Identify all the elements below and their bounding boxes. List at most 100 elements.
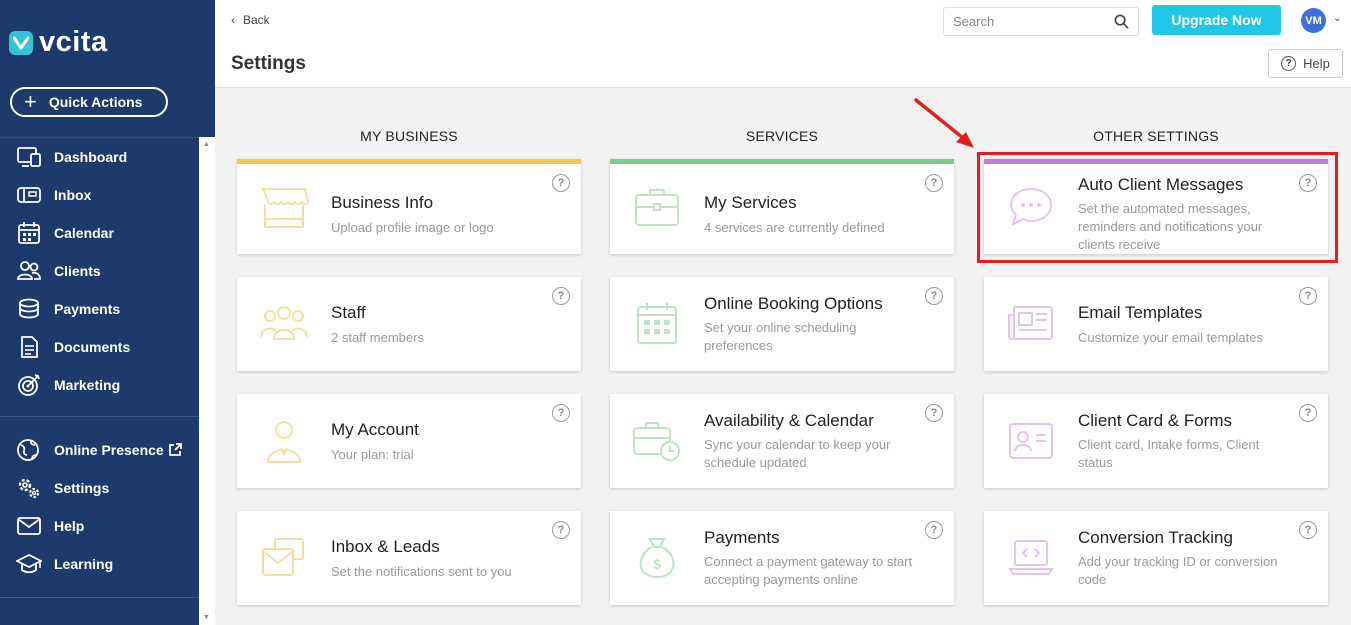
account-icon — [266, 421, 302, 463]
back-label: Back — [243, 13, 270, 27]
search-input[interactable] — [953, 14, 1103, 29]
sidebar-item-dashboard[interactable]: Dashboard — [16, 144, 127, 170]
sidebar-item-clients[interactable]: Clients — [16, 258, 101, 284]
upgrade-now-button[interactable]: Upgrade Now — [1152, 5, 1281, 35]
sidebar-item-label: Online Presence — [54, 442, 164, 458]
avatar[interactable]: VM — [1301, 8, 1326, 33]
card-staff[interactable]: Staff 2 staff members ? — [237, 277, 581, 371]
globe-icon — [17, 439, 39, 461]
title-bar: Settings ? Help — [215, 41, 1351, 88]
sidebar-item-label: Calendar — [54, 225, 114, 241]
plus-icon: + — [24, 89, 37, 114]
divider — [0, 416, 199, 417]
card-availability-calendar[interactable]: Availability & Calendar Sync your calend… — [610, 394, 954, 488]
card-payments[interactable]: $ Payments Connect a payment gateway to … — [610, 511, 954, 605]
column-header-my-business: MY BUSINESS — [360, 128, 458, 144]
card-conversion-tracking[interactable]: Conversion Tracking Add your tracking ID… — [984, 511, 1328, 605]
card-title: My Services — [704, 193, 797, 212]
card-description: Connect a payment gateway to start accep… — [704, 554, 913, 587]
settings-icon — [18, 478, 40, 499]
card-title: My Account — [331, 420, 419, 439]
sidebar-item-payments[interactable]: Payments — [16, 296, 120, 322]
card-title: Conversion Tracking — [1078, 528, 1233, 547]
sidebar-item-learning[interactable]: Learning — [16, 551, 113, 577]
help-button[interactable]: ? Help — [1268, 49, 1343, 78]
inbox-leads-icon — [262, 538, 304, 576]
sidebar-item-label: Documents — [54, 339, 131, 355]
card-title: Client Card & Forms — [1078, 411, 1232, 430]
learning-icon — [16, 553, 42, 574]
money-bag-icon: $ — [639, 538, 675, 579]
question-icon[interactable]: ? — [552, 287, 570, 305]
scroll-up-arrow-icon[interactable]: ▲ — [203, 141, 210, 148]
card-title: Inbox & Leads — [331, 537, 440, 556]
chevron-left-icon: ‹ — [231, 13, 235, 27]
search-box[interactable] — [943, 7, 1139, 36]
clients-icon — [17, 261, 41, 280]
question-icon[interactable]: ? — [925, 174, 943, 192]
sidebar-scrollbar[interactable]: ▲ ▼ — [199, 137, 215, 625]
sidebar-item-online-presence[interactable]: Online Presence — [16, 437, 183, 463]
laptop-code-icon — [1008, 540, 1054, 575]
search-icon[interactable] — [1114, 14, 1129, 29]
card-online-booking-options[interactable]: Online Booking Options Set your online s… — [610, 277, 954, 371]
card-description: Set your online scheduling preferences — [704, 320, 857, 353]
question-icon[interactable]: ? — [1299, 287, 1317, 305]
availability-icon — [633, 422, 680, 461]
card-description: Customize your email templates — [1078, 330, 1263, 345]
calendar-icon — [18, 222, 40, 244]
card-inbox-leads[interactable]: Inbox & Leads Set the notifications sent… — [237, 511, 581, 605]
vcita-logo-icon — [9, 30, 33, 55]
sidebar-item-label: Settings — [54, 480, 110, 496]
card-title: Email Templates — [1078, 303, 1203, 322]
payments-icon — [19, 298, 39, 319]
question-icon[interactable]: ? — [925, 287, 943, 305]
newspaper-icon — [1008, 306, 1053, 341]
card-description: Your plan: trial — [331, 447, 414, 462]
scroll-down-arrow-icon[interactable]: ▼ — [203, 614, 210, 621]
help-label: Help — [1303, 56, 1330, 71]
help-icon — [17, 517, 41, 535]
sidebar-item-calendar[interactable]: Calendar — [16, 220, 114, 246]
vcita-logo[interactable]: vcita — [9, 26, 108, 59]
chevron-down-icon[interactable]: ⌄ — [1333, 13, 1341, 24]
card-business-info[interactable]: Business Info Upload profile image or lo… — [237, 159, 581, 254]
svg-text:$: $ — [653, 556, 661, 572]
card-email-templates[interactable]: Email Templates Customize your email tem… — [984, 277, 1328, 371]
sidebar-item-label: Learning — [54, 556, 114, 572]
sidebar-item-settings[interactable]: Settings — [16, 475, 109, 501]
sidebar-item-label: Inbox — [54, 187, 92, 203]
inbox-icon — [17, 187, 41, 203]
quick-actions-button[interactable]: + Quick Actions — [10, 87, 168, 117]
external-link-icon — [168, 443, 182, 456]
card-description: 4 services are currently defined — [704, 220, 885, 235]
question-icon[interactable]: ? — [552, 174, 570, 192]
sidebar-item-label: Clients — [54, 263, 101, 279]
documents-icon — [21, 336, 38, 358]
sidebar-item-help[interactable]: Help — [16, 513, 84, 539]
page-title: Settings — [231, 53, 306, 74]
card-description: 2 staff members — [331, 330, 424, 345]
card-my-services[interactable]: My Services 4 services are currently def… — [610, 159, 954, 254]
logo-text: vcita — [39, 26, 108, 58]
card-description: Upload profile image or logo — [331, 220, 494, 235]
question-icon[interactable]: ? — [1299, 404, 1317, 422]
card-my-account[interactable]: My Account Your plan: trial ? — [237, 394, 581, 488]
back-link[interactable]: ‹ Back — [231, 13, 270, 27]
card-client-card-forms[interactable]: Client Card & Forms Client card, Intake … — [984, 394, 1328, 488]
sidebar-item-marketing[interactable]: Marketing — [16, 372, 120, 398]
question-icon[interactable]: ? — [552, 521, 570, 539]
sidebar-item-label: Marketing — [54, 377, 121, 393]
id-card-icon — [1009, 423, 1053, 459]
sidebar-item-documents[interactable]: Documents — [16, 334, 130, 360]
dashboard-icon — [17, 147, 41, 167]
staff-icon — [260, 306, 308, 340]
question-icon[interactable]: ? — [925, 404, 943, 422]
question-icon[interactable]: ? — [552, 404, 570, 422]
question-icon[interactable]: ? — [1299, 521, 1317, 539]
card-title: Online Booking Options — [704, 294, 883, 313]
sidebar: vcita + Quick Actions Dashboard Inbox Ca… — [0, 0, 215, 625]
card-description: Client card, Intake forms, Client status — [1078, 437, 1260, 470]
sidebar-item-inbox[interactable]: Inbox — [16, 182, 91, 208]
question-icon[interactable]: ? — [925, 521, 943, 539]
